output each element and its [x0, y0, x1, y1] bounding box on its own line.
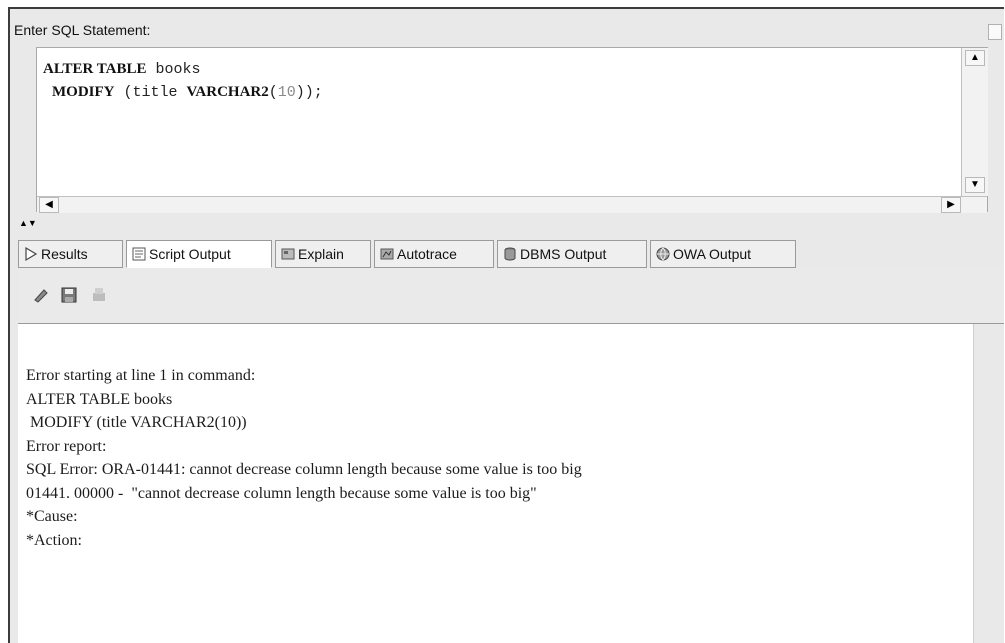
tab-label: Results	[41, 246, 88, 262]
explain-icon	[281, 248, 295, 260]
open-paren: (	[268, 84, 278, 101]
output-line: Error report:	[26, 437, 107, 455]
maximize-box[interactable]	[988, 24, 1002, 40]
tab-explain[interactable]: Explain	[275, 240, 371, 268]
keyword-varchar2: VARCHAR2	[186, 84, 269, 100]
tab-label: Script Output	[149, 246, 231, 262]
play-icon	[25, 246, 38, 262]
script-icon	[132, 247, 146, 261]
eraser-icon[interactable]	[32, 286, 50, 304]
tab-results[interactable]: Results	[18, 240, 123, 268]
output-text: Error starting at line 1 in command: ALTE…	[26, 364, 582, 552]
tab-label: Explain	[298, 246, 344, 262]
tab-label: Autotrace	[397, 246, 457, 262]
keyword-modify: MODIFY	[52, 84, 115, 100]
length-number: 10	[277, 84, 296, 101]
close-paren: ));	[295, 84, 323, 101]
tab-owa-output[interactable]: OWA Output	[650, 240, 796, 268]
dbms-icon	[504, 247, 516, 261]
scroll-up-icon[interactable]: ▲	[965, 50, 985, 66]
scroll-right-icon[interactable]: ▶	[941, 197, 961, 213]
output-line: MODIFY (title VARCHAR2(10))	[26, 414, 247, 431]
save-icon[interactable]	[60, 286, 78, 304]
tab-script-output[interactable]: Script Output	[126, 240, 272, 268]
output-toolbar	[18, 268, 1004, 324]
scroll-left-icon[interactable]: ◀	[39, 197, 59, 213]
autotrace-icon	[380, 248, 394, 260]
keyword-alter-table: ALTER TABLE	[43, 61, 147, 77]
print-icon[interactable]	[90, 286, 108, 304]
table-name: books	[146, 61, 201, 78]
output-line: 01441. 00000 - "cannot decrease column l…	[26, 484, 537, 502]
tab-label: OWA Output	[673, 246, 752, 262]
owa-icon	[656, 247, 670, 261]
tab-dbms-output[interactable]: DBMS Output	[497, 240, 647, 268]
script-output-panel[interactable]: Error starting at line 1 in command: ALTE…	[18, 324, 974, 643]
column-text: (title	[114, 84, 187, 101]
output-line: Error starting at line 1 in command:	[26, 367, 256, 384]
tab-autotrace[interactable]: Autotrace	[374, 240, 494, 268]
editor-vertical-scrollbar[interactable]: ▲ ▼	[961, 48, 988, 196]
editor-horizontal-scrollbar[interactable]: ◀ ▶	[37, 196, 987, 213]
output-line: *Cause:	[26, 508, 78, 525]
tab-label: DBMS Output	[520, 246, 607, 262]
output-line: *Action:	[26, 531, 82, 549]
splitter-arrows-icon[interactable]: ▲▼	[19, 219, 37, 228]
output-line: ALTER TABLE books	[26, 390, 173, 408]
scroll-down-icon[interactable]: ▼	[965, 177, 985, 193]
sql-code: ALTER TABLE books MODIFY (title VARCHAR2…	[43, 58, 323, 104]
sql-editor[interactable]: ALTER TABLE books MODIFY (title VARCHAR2…	[36, 47, 988, 212]
sql-statement-label: Enter SQL Statement:	[14, 22, 151, 38]
output-line: SQL Error: ORA-01441: cannot decrease co…	[26, 461, 582, 478]
